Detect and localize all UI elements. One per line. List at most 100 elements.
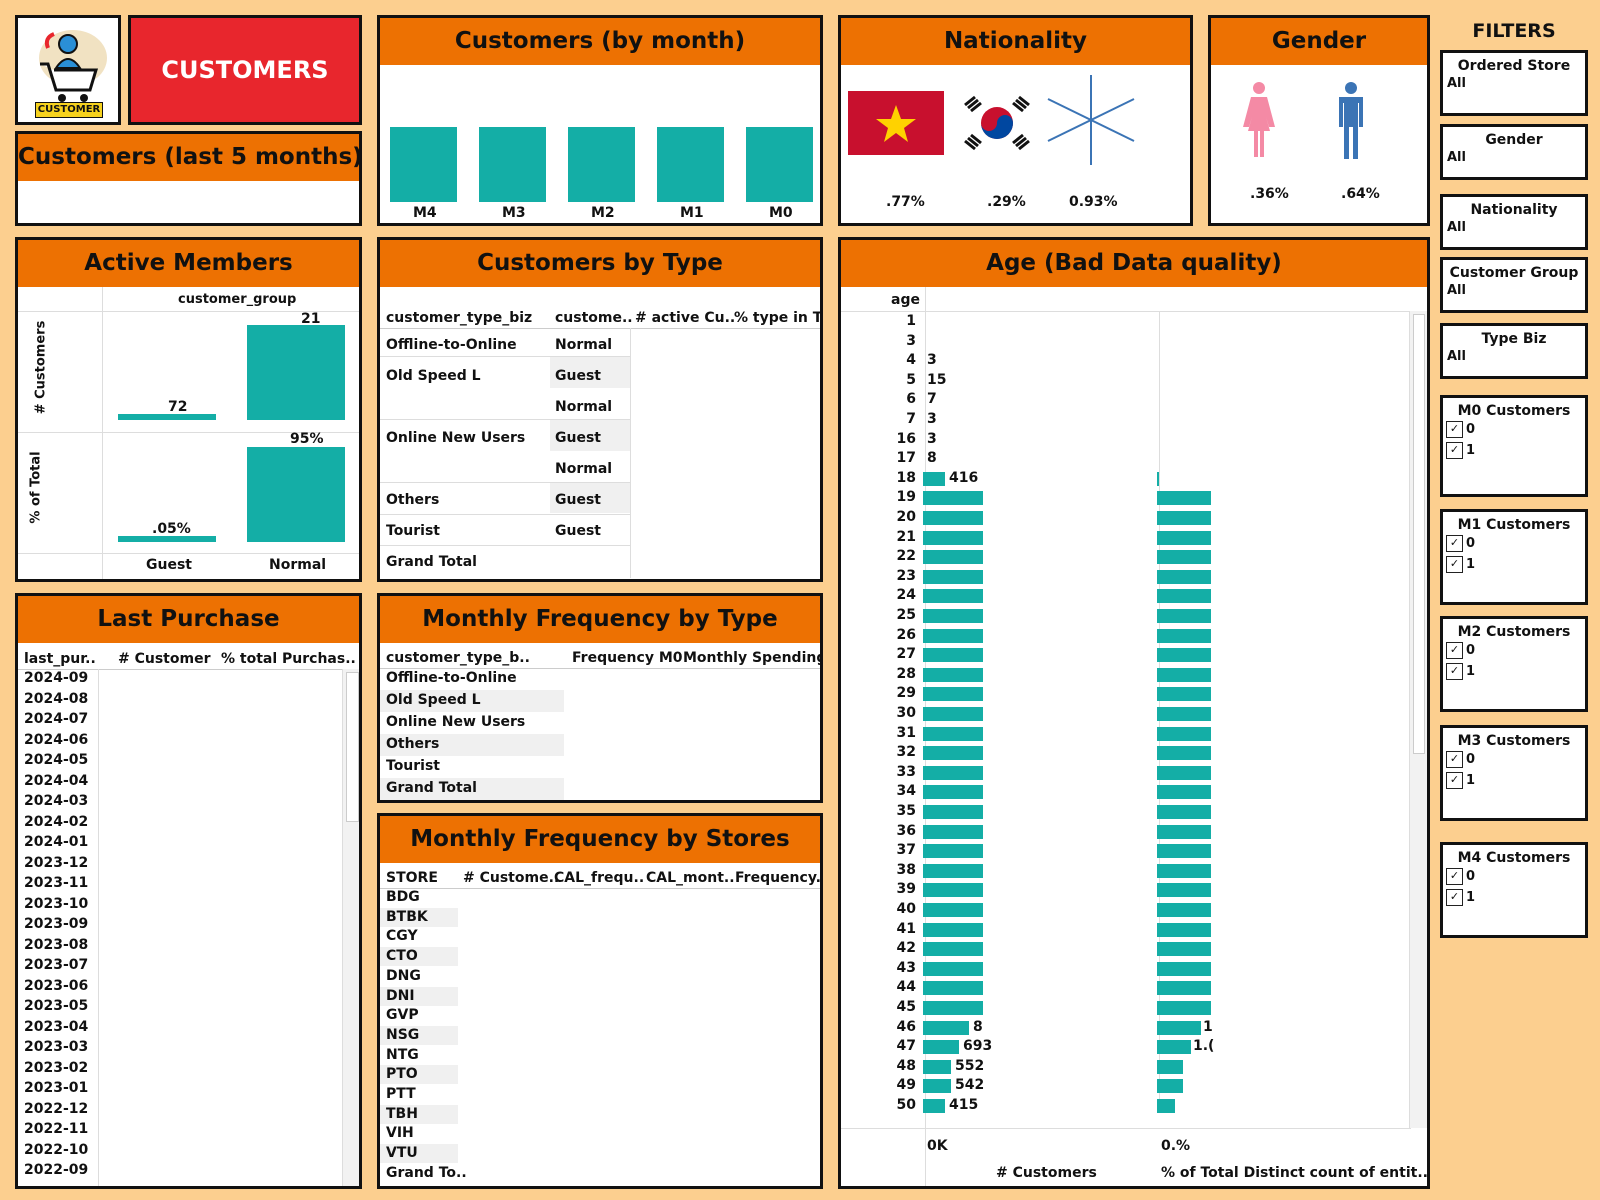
x-tick-label: Normal	[269, 557, 327, 573]
freq-type-row-label: Tourist	[386, 758, 441, 774]
filter-option[interactable]: ✓ 0	[1446, 533, 1585, 554]
gender-title: Gender	[1211, 18, 1427, 65]
scrollbar-thumb[interactable]	[346, 672, 359, 822]
group-cell: Guest	[555, 523, 601, 539]
checkbox-checked-icon[interactable]: ✓	[1446, 642, 1463, 659]
age-data-label: 416	[949, 469, 979, 486]
divider	[630, 328, 631, 578]
age-label: 49	[896, 1077, 916, 1094]
checkbox-checked-icon[interactable]: ✓	[1446, 772, 1463, 789]
filter-value[interactable]: All	[1447, 283, 1585, 298]
freq-type-row-label: Offline-to-Online	[386, 670, 517, 686]
last-purchase-month: 2022-12	[24, 1100, 89, 1117]
month-bar	[479, 127, 546, 202]
last-purchase-scrollbar[interactable]	[342, 669, 359, 1186]
checkbox-checked-icon[interactable]: ✓	[1446, 535, 1463, 552]
age-label: 46	[896, 1018, 916, 1035]
col-header[interactable]: CAL_mont..	[646, 870, 735, 886]
age-label: 24	[896, 587, 916, 604]
col-header[interactable]: customer_type_biz	[386, 310, 532, 326]
age-label: 39	[896, 881, 916, 898]
age-pct-bar	[1157, 1020, 1201, 1035]
filter-value[interactable]: All	[1447, 220, 1585, 235]
age-bar	[923, 1040, 959, 1055]
age-label: 44	[896, 979, 916, 996]
col-header[interactable]: # Custome..	[463, 870, 559, 886]
age-scrollbar[interactable]	[1409, 311, 1427, 1128]
page-title: CUSTOMERS	[161, 56, 329, 84]
filter-option[interactable]: ✓ 1	[1446, 887, 1585, 908]
col-header[interactable]: Frequency M0	[572, 650, 683, 666]
col-header[interactable]: # active Cu..	[635, 310, 735, 326]
col-header[interactable]: % total Purchas..	[221, 651, 356, 667]
col-header[interactable]: Frequency..	[735, 870, 820, 886]
filter-dropdown[interactable]: Customer Group All	[1440, 257, 1588, 313]
age-pct-label: 1	[1203, 1018, 1213, 1035]
age-pct-bar	[1157, 824, 1211, 839]
filter-option[interactable]: ✓ 1	[1446, 661, 1585, 682]
col-header[interactable]: custome..	[555, 310, 633, 326]
age-pct-bar	[1157, 589, 1211, 604]
female-icon[interactable]	[1241, 81, 1277, 159]
filter-option[interactable]: ✓ 0	[1446, 749, 1585, 770]
col-header[interactable]: # Customer	[118, 651, 210, 667]
filter-option[interactable]: ✓ 1	[1446, 440, 1585, 461]
korea-flag-icon[interactable]	[959, 91, 1035, 155]
filter-option[interactable]: ✓ 0	[1446, 419, 1585, 440]
age-label: 18	[896, 469, 916, 486]
filter-value[interactable]: All	[1447, 150, 1585, 165]
age-label: 6	[906, 391, 916, 408]
col-header[interactable]: STORE	[386, 870, 438, 886]
checkbox-checked-icon[interactable]: ✓	[1446, 868, 1463, 885]
last-purchase-month: 2024-03	[24, 793, 89, 809]
gender-pct: .64%	[1341, 186, 1380, 202]
filter-option-label: 1	[1466, 443, 1476, 458]
filter-value[interactable]: All	[1447, 349, 1585, 364]
col-header[interactable]: customer_type_b..	[386, 650, 530, 666]
last-purchase-month: 2024-02	[24, 813, 89, 830]
vietnam-flag-icon[interactable]	[848, 91, 944, 155]
gender-pct: .36%	[1250, 186, 1289, 202]
checkbox-checked-icon[interactable]: ✓	[1446, 889, 1463, 906]
age-label: 42	[896, 940, 916, 957]
age-bar	[923, 805, 983, 819]
by-month-title: Customers (by month)	[380, 18, 820, 65]
age-label: 17	[896, 450, 916, 467]
filter-dropdown[interactable]: Nationality All	[1440, 194, 1588, 250]
filter-dropdown[interactable]: Gender All	[1440, 124, 1588, 180]
age-bar	[923, 961, 983, 976]
age-label: 26	[896, 626, 916, 643]
filter-dropdown[interactable]: Type Biz All	[1440, 323, 1588, 379]
filter-option-label: 1	[1466, 557, 1476, 572]
checkbox-checked-icon[interactable]: ✓	[1446, 663, 1463, 680]
y-axis-label: # Customers	[33, 320, 49, 415]
divider	[380, 419, 630, 420]
group-cell: Guest	[555, 430, 601, 446]
filter-option[interactable]: ✓ 1	[1446, 770, 1585, 791]
age-label: 22	[896, 548, 916, 565]
male-icon[interactable]	[1333, 81, 1369, 159]
store-row-label: BTBK	[386, 908, 428, 925]
last-purchase-month: 2022-09	[24, 1162, 89, 1178]
filter-value[interactable]: All	[1447, 76, 1585, 91]
col-header[interactable]: last_pur..	[24, 651, 96, 667]
filter-option[interactable]: ✓ 0	[1446, 866, 1585, 887]
col-header[interactable]: Monthly Spending ..	[683, 650, 820, 666]
checkbox-checked-icon[interactable]: ✓	[1446, 751, 1463, 768]
checkbox-checked-icon[interactable]: ✓	[1446, 556, 1463, 573]
last-purchase-month: 2023-01	[24, 1080, 89, 1096]
filter-option[interactable]: ✓ 1	[1446, 554, 1585, 575]
age-pct-bar	[1157, 863, 1211, 878]
col-header[interactable]: % type in T..	[734, 310, 820, 326]
age-bar	[923, 707, 983, 721]
filter-option[interactable]: ✓ 0	[1446, 640, 1585, 661]
checkbox-checked-icon[interactable]: ✓	[1446, 421, 1463, 438]
nationality-pct: .29%	[987, 194, 1026, 210]
asterisk-icon[interactable]	[1046, 73, 1136, 167]
age-scrollbar-thumb[interactable]	[1413, 314, 1425, 754]
type-cell: Old Speed L	[386, 368, 481, 384]
filter-dropdown[interactable]: Ordered Store All	[1440, 50, 1588, 116]
col-header[interactable]: CAL_frequ..	[554, 870, 644, 886]
store-row-label: VIH	[386, 1125, 414, 1142]
checkbox-checked-icon[interactable]: ✓	[1446, 442, 1463, 459]
